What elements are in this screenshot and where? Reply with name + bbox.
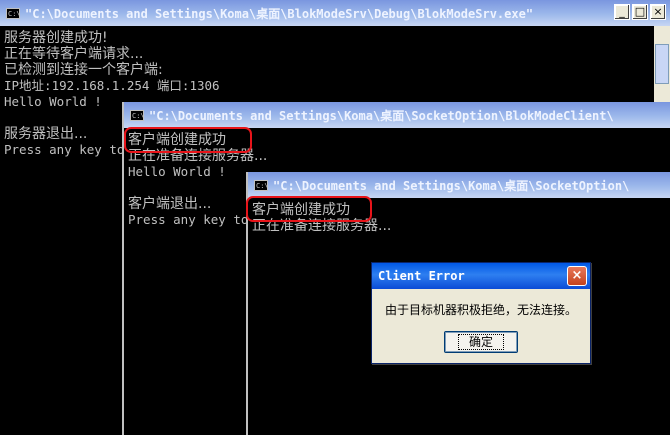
cmd-icon: C:\	[254, 179, 269, 191]
ok-button-label: 确定	[457, 334, 504, 350]
console-line: 正在等待客户端请求...	[4, 46, 144, 62]
ok-button[interactable]: 确定	[444, 331, 518, 353]
client2-window-title: "C:\Documents and Settings\Koma\桌面\Socke…	[273, 178, 630, 193]
server-window-title: "C:\Documents and Settings\Koma\桌面\BlokM…	[25, 6, 534, 21]
client1-window-title: "C:\Documents and Settings\Koma\桌面\Socke…	[149, 108, 614, 123]
dialog-message: 由于目标机器积极拒绝，无法连接。	[384, 303, 577, 317]
client-error-dialog[interactable]: Client Error × 由于目标机器积极拒绝，无法连接。 确定	[371, 262, 591, 364]
server-window-controls: _ □ ×	[614, 4, 666, 20]
client2-title-bar[interactable]: C:\ "C:\Documents and Settings\Koma\桌面\S…	[248, 172, 670, 198]
minimize-button[interactable]: _	[614, 4, 630, 20]
server-title-bar[interactable]: C:\ "C:\Documents and Settings\Koma\桌面\B…	[0, 0, 670, 26]
console-line: IP地址:192.168.1.254 端口:1306	[4, 78, 220, 93]
cmd-icon: C:\	[6, 7, 21, 19]
console-line: 服务器创建成功!	[4, 30, 108, 46]
dialog-title-bar[interactable]: Client Error ×	[372, 263, 590, 289]
dialog-close-button[interactable]: ×	[567, 266, 587, 286]
console-line: 客户端创建成功	[252, 202, 350, 218]
dialog-title: Client Error	[378, 269, 465, 283]
console-line: 正在准备连接服务器...	[128, 148, 268, 164]
client1-title-bar[interactable]: C:\ "C:\Documents and Settings\Koma\桌面\S…	[124, 102, 670, 128]
maximize-button[interactable]: □	[632, 4, 648, 20]
console-line: 客户端创建成功	[128, 132, 226, 148]
console-line: 正在准备连接服务器...	[252, 218, 392, 234]
close-button[interactable]: ×	[650, 4, 666, 20]
console-line: 已检测到连接一个客户端:	[4, 62, 163, 78]
cmd-icon: C:\	[130, 109, 145, 121]
scrollbar-thumb[interactable]	[655, 44, 669, 84]
